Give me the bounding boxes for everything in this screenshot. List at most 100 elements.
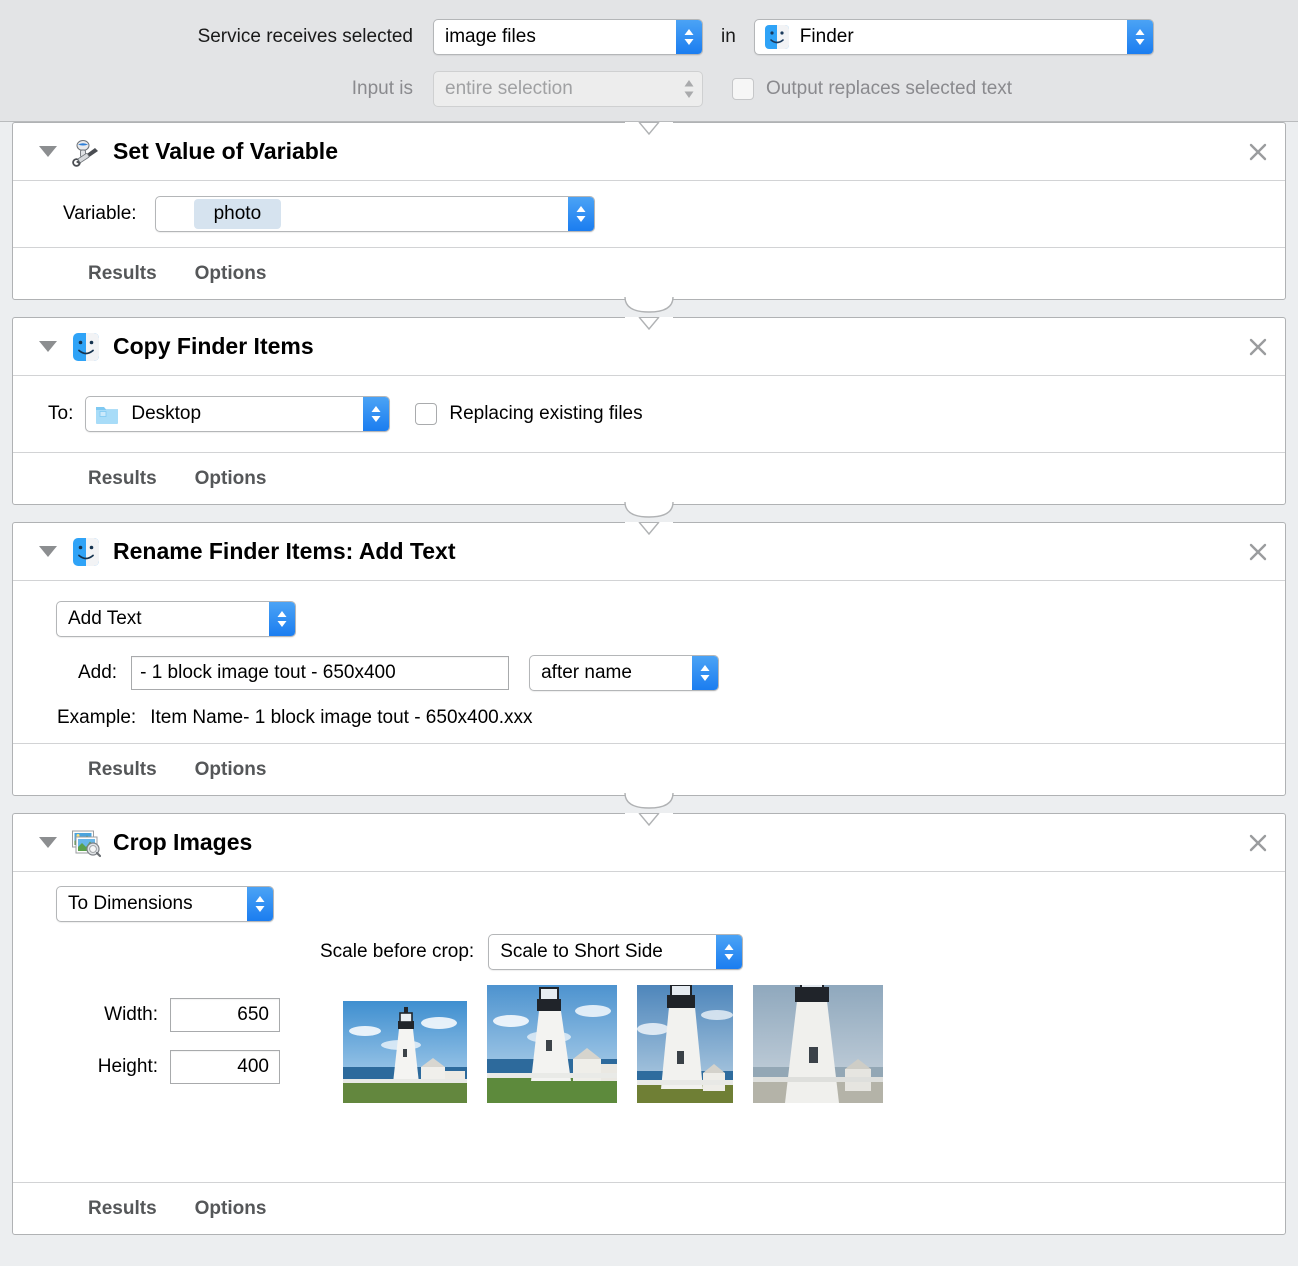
input-is-select: entire selection [433,71,703,107]
results-button[interactable]: Results [88,468,157,490]
stepper-icon[interactable] [1126,20,1153,54]
action-header[interactable]: Copy Finder Items [13,318,1285,376]
stepper-icon[interactable] [716,935,743,969]
close-icon[interactable] [1247,832,1269,854]
output-replaces-checkbox [732,78,754,100]
output-replaces-label: Output replaces selected text [766,78,1013,99]
output-replaces-checkbox-row[interactable]: Output replaces selected text [732,78,1012,100]
add-position-select[interactable]: after name [529,655,720,691]
input-is-value: entire selection [445,78,573,99]
crop-mode-value: To Dimensions [68,893,193,914]
close-icon[interactable] [1247,541,1269,563]
scale-before-crop-select[interactable]: Scale to Short Side [488,934,744,970]
action-crop-images[interactable]: Crop Images To Dimensions Scale before c… [12,813,1286,1235]
add-position-value: after name [541,662,632,683]
service-receives-select[interactable]: image files [433,19,703,55]
finder-icon [71,332,101,362]
action-footer: Results Options [13,743,1285,795]
action-header[interactable]: Rename Finder Items: Add Text [13,523,1285,581]
add-text-row: Add: - 1 block image tout - 650x400 afte… [13,655,1285,691]
add-label: Add: [78,662,118,683]
scale-before-crop-label: Scale before crop: [320,941,475,962]
example-row: Example: Item Name- 1 block image tout -… [13,707,1285,729]
example-value: Item Name- 1 block image tout - 650x400.… [150,707,533,728]
rename-mode-row: Add Text [13,601,1285,637]
width-row: Width: 650 [58,998,280,1032]
finder-icon [71,537,101,567]
options-button[interactable]: Options [195,468,267,490]
results-button[interactable]: Results [88,263,157,285]
lighthouse-preview-3 [637,985,733,1103]
finder-icon [764,24,790,50]
crop-dimension-fields: Width: 650 Height: 400 [58,998,280,1102]
in-label: in [721,26,736,47]
action-title: Copy Finder Items [113,333,314,359]
connector-bump-icon [623,502,675,518]
width-label: Width: [104,1004,158,1025]
service-receives-row: Service receives selected image files in… [0,19,1298,55]
lighthouse-preview-4 [753,985,883,1103]
variable-label: Variable: [63,203,137,224]
lighthouse-preview-2 [487,985,617,1103]
options-button[interactable]: Options [195,263,267,285]
disclosure-triangle-icon[interactable] [39,341,57,352]
example-label: Example: [57,707,137,728]
options-button[interactable]: Options [195,759,267,781]
action-title: Crop Images [113,829,253,855]
stepper-icon[interactable] [247,887,273,921]
disclosure-triangle-icon[interactable] [39,146,57,157]
action-footer: Results Options [13,452,1285,504]
variable-select[interactable]: photo [154,196,595,232]
crop-images-icon [71,828,102,858]
results-button[interactable]: Results [88,1198,157,1220]
destination-select[interactable]: Desktop [85,396,391,432]
width-input[interactable]: 650 [170,998,280,1032]
options-button[interactable]: Options [195,1198,267,1220]
action-footer: Results Options [13,247,1285,299]
stepper-icon[interactable] [269,602,295,636]
add-text-input[interactable]: - 1 block image tout - 650x400 [131,656,510,690]
input-is-row: Input is entire selection Output replace… [0,71,1298,107]
destination-row: To: Desktop Replacing existing files [13,376,1285,452]
folder-icon [95,403,119,425]
stepper-icon [676,72,702,106]
height-row: Height: 400 [58,1050,280,1084]
crop-mode-select[interactable]: To Dimensions [56,886,274,922]
disclosure-triangle-icon[interactable] [39,546,57,557]
stepper-icon[interactable] [363,397,390,431]
action-header[interactable]: Set Value of Variable [13,123,1285,181]
close-icon[interactable] [1247,336,1269,358]
connector-bump-icon [623,793,675,809]
height-input[interactable]: 400 [170,1050,280,1084]
crop-mode-row: To Dimensions [56,886,274,922]
lighthouse-preview-1 [343,1001,467,1103]
service-app-value: Finder [799,26,854,47]
connector-bump-icon [623,297,675,313]
action-body: Variable: photo [13,181,1285,247]
stepper-icon[interactable] [692,656,719,690]
action-copy-finder-items[interactable]: Copy Finder Items To: Desktop Replacing … [12,317,1286,518]
action-body: To: Desktop Replacing existing files [13,376,1285,452]
workflow-list: Set Value of Variable Variable: photo Re [0,122,1298,1252]
replacing-existing-files-label: Replacing existing files [449,403,643,424]
replacing-existing-files-row[interactable]: Replacing existing files [415,403,643,425]
stepper-icon[interactable] [676,20,702,54]
height-label: Height: [97,1056,158,1077]
to-label: To: [48,403,74,424]
rename-mode-value: Add Text [68,608,142,629]
action-title: Rename Finder Items: Add Text [113,538,456,564]
variable-value-token: photo [193,199,282,229]
service-receives-label: Service receives selected [197,26,413,47]
service-app-select[interactable]: Finder [753,19,1154,55]
results-button[interactable]: Results [88,759,157,781]
automator-robot-icon [71,137,101,167]
action-footer: Results Options [13,1182,1285,1234]
rename-mode-select[interactable]: Add Text [56,601,296,637]
action-header[interactable]: Crop Images [13,814,1285,872]
disclosure-triangle-icon[interactable] [39,837,57,848]
replacing-existing-files-checkbox[interactable] [415,403,438,425]
action-set-value-of-variable[interactable]: Set Value of Variable Variable: photo Re [12,122,1286,313]
stepper-icon[interactable] [567,197,594,231]
close-icon[interactable] [1247,141,1269,163]
action-rename-finder-items[interactable]: Rename Finder Items: Add Text Add Text A… [12,522,1286,809]
